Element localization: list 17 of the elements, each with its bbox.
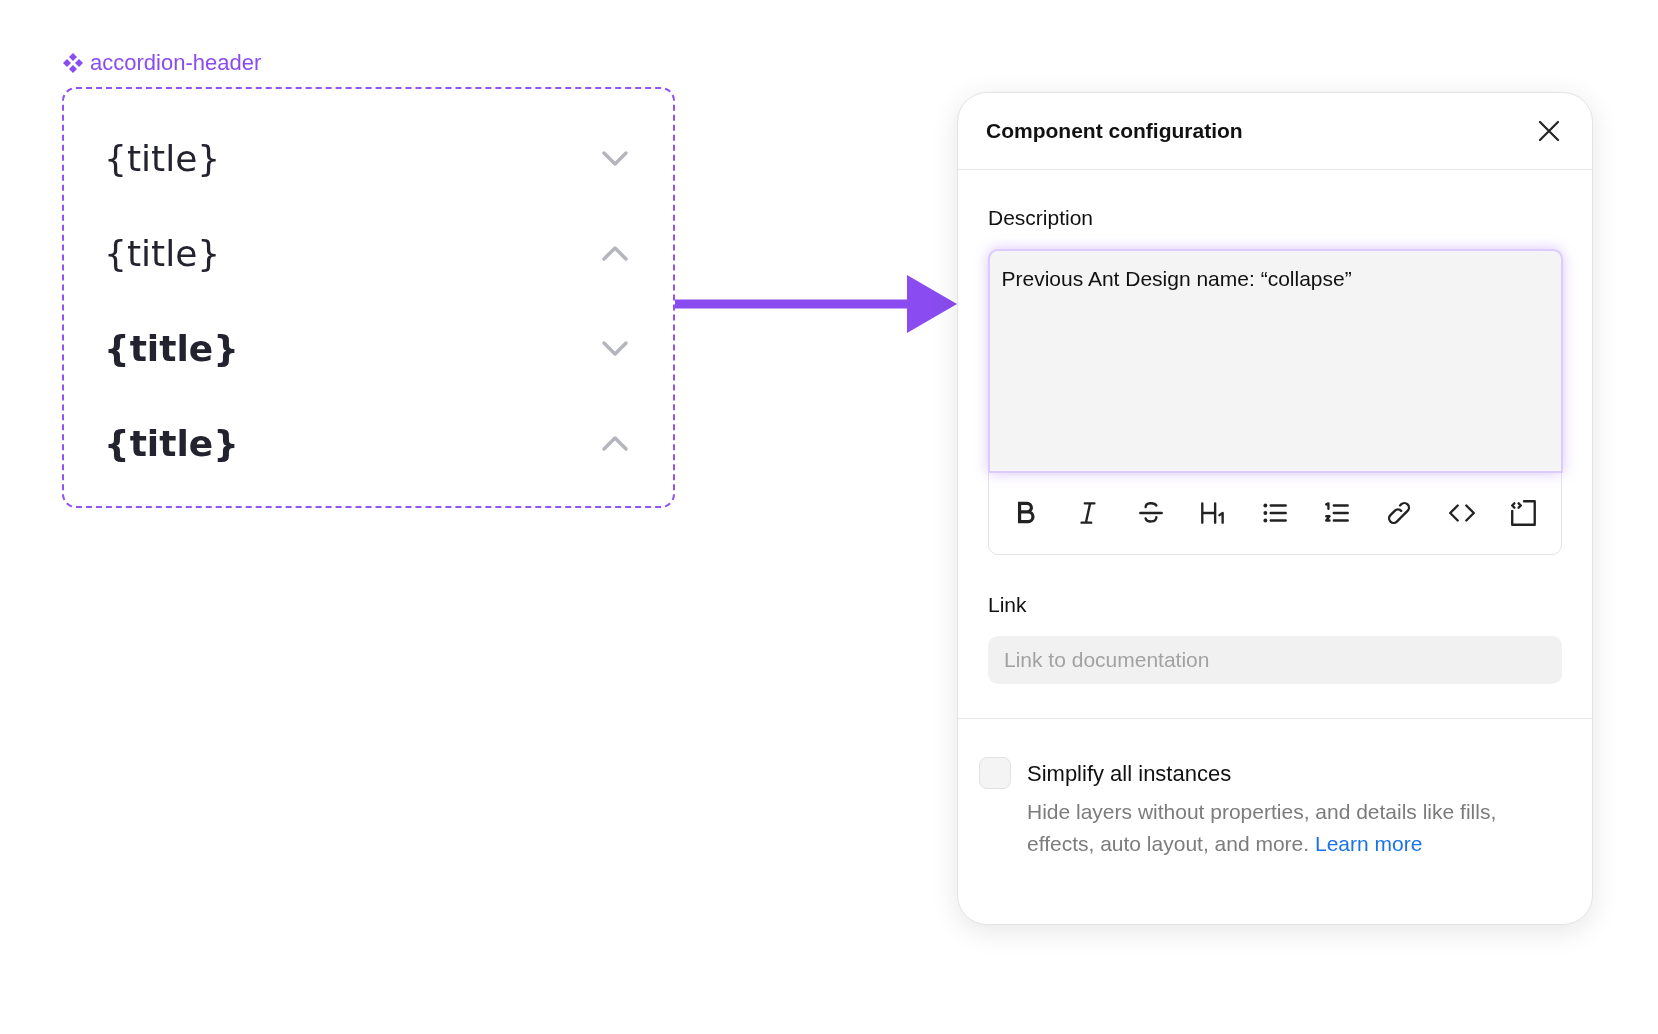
field-label: Description <box>988 205 1095 231</box>
field-label: Link <box>988 591 1028 618</box>
hint-text: Hide layers without properties, and details like fills, effects, auto layout, and more. Learn more <box>1027 799 1498 857</box>
accordion-title: {title} <box>104 326 239 371</box>
close-icon <box>1538 120 1560 142</box>
checkbox-label: Simplify all instances <box>1027 760 1233 788</box>
component-icon <box>62 51 84 74</box>
code-block-icon <box>1508 497 1539 528</box>
accordion-title: {title} <box>104 136 221 181</box>
link-field[interactable]: Link to documentation <box>988 636 1562 684</box>
panel-title: Component configuration <box>986 118 1243 145</box>
description-field[interactable]: Previous Ant Design name: “collapse” <box>987 249 1563 473</box>
learn-more-link[interactable]: Learn more <box>1314 832 1423 855</box>
checkbox[interactable] <box>979 757 1011 789</box>
component-name: accordion-header <box>90 49 262 77</box>
accordion-title: {title} <box>104 421 239 466</box>
accordion-title: {title} <box>104 231 221 276</box>
